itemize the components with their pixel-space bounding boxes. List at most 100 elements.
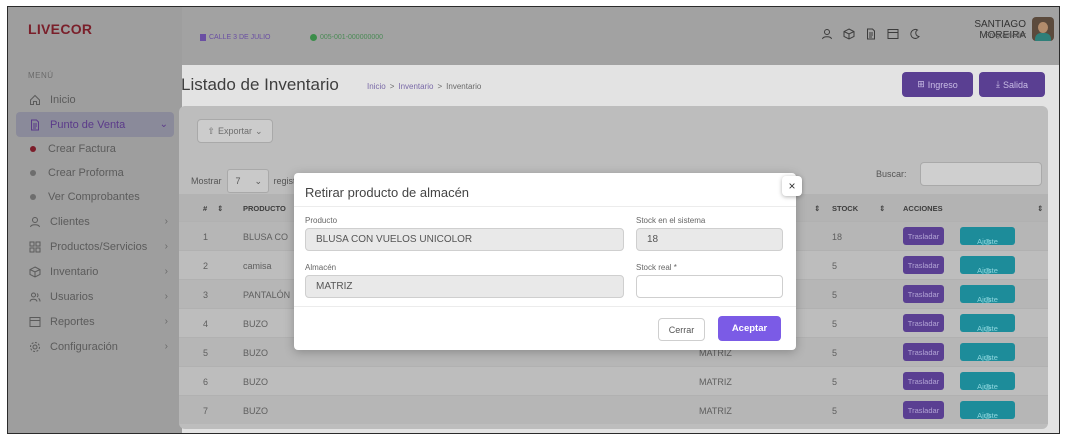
salida-button[interactable]: ⤓ Salida [979, 72, 1045, 97]
producto-field[interactable]: BLUSA CON VUELOS UNICOLOR [305, 228, 624, 251]
app-logo[interactable]: LIVECOR [28, 21, 92, 37]
almacen-field[interactable]: MATRIZ [305, 275, 624, 298]
users-icon [28, 290, 42, 304]
ajuste-button[interactable]: Ajuste ◷ [960, 401, 1015, 420]
sidebar-subitem-crear-factura[interactable]: Crear Factura [8, 137, 182, 161]
sidebar-item-punto-de-venta[interactable]: Punto de Venta ⌄ [16, 112, 174, 137]
cell-stock: 5 [832, 348, 838, 358]
location-badge: CALLE 3 DE JULIO [200, 34, 270, 41]
cell-producto: BUZO [243, 319, 269, 329]
ajuste-button[interactable]: Ajuste ◷ [960, 314, 1015, 333]
sort-icon[interactable]: ⇕ [879, 204, 885, 213]
search-label: Buscar: [876, 169, 907, 179]
breadcrumb-inicio[interactable]: Inicio [367, 82, 386, 91]
page-length-select[interactable]: 7 ⌄ [226, 169, 269, 193]
document-icon [28, 118, 42, 132]
clock-icon: ◷ [984, 295, 991, 304]
stock-real-input[interactable] [636, 275, 783, 298]
sidebar-item-reportes[interactable]: Reportes › [8, 309, 182, 334]
cell-stock: 5 [832, 319, 838, 329]
menu-label: MENÚ [28, 71, 54, 80]
breadcrumb-inventario[interactable]: Inventario [398, 82, 433, 91]
ajuste-button[interactable]: Ajuste ◷ [960, 227, 1015, 246]
clock-icon: ◷ [984, 266, 991, 275]
search-input[interactable] [920, 162, 1042, 186]
sidebar-item-usuarios[interactable]: Usuarios › [8, 284, 182, 309]
close-icon: × [788, 179, 796, 193]
trasladar-button[interactable]: Trasladar [903, 314, 944, 332]
box-icon[interactable] [842, 27, 856, 41]
ajuste-button[interactable]: Ajuste ◷ [960, 343, 1015, 362]
close-button[interactable]: × [782, 176, 802, 196]
sidebar-item-label: Usuarios [50, 290, 94, 303]
col-header-number[interactable]: # [203, 204, 207, 213]
sort-icon[interactable]: ⇕ [814, 204, 820, 213]
cell-stock: 5 [832, 377, 838, 387]
document-icon[interactable] [864, 27, 878, 41]
export-button[interactable]: ⇧ Exportar ⌄ [197, 119, 273, 143]
chevron-right-icon: › [164, 316, 168, 327]
sidebar-item-inicio[interactable]: Inicio [8, 87, 182, 112]
stock-sistema-field[interactable]: 18 [636, 228, 783, 251]
clock-icon: ◷ [984, 353, 991, 362]
ajuste-button[interactable]: Ajuste ◷ [960, 256, 1015, 275]
store-icon [200, 34, 206, 41]
breadcrumb-separator: > [389, 82, 395, 91]
chevron-right-icon: › [164, 216, 168, 227]
breadcrumb: Inicio > Inventario > Inventario [367, 82, 481, 91]
app-window: LIVECOR MENÚ Inicio Punto de Venta ⌄ Cre… [7, 6, 1060, 434]
location-text: CALLE 3 DE JULIO [209, 34, 271, 41]
avatar[interactable] [1032, 17, 1054, 41]
home-icon [28, 93, 42, 107]
user-icon[interactable] [820, 27, 834, 41]
trasladar-button[interactable]: Trasladar [903, 372, 944, 390]
modal-divider [294, 206, 796, 207]
cell-almacen: MATRIZ [699, 406, 732, 416]
sidebar-item-configuracion[interactable]: Configuración › [8, 334, 182, 359]
stock-real-label: Stock real * [636, 263, 677, 272]
gear-icon [28, 340, 42, 354]
cell-stock: 5 [832, 406, 838, 416]
sidebar-item-productos-servicios[interactable]: Productos/Servicios › [8, 234, 182, 259]
sort-icon[interactable]: ⇕ [217, 204, 223, 213]
ingreso-button[interactable]: ⊞ Ingreso [902, 72, 973, 97]
cell-number: 7 [203, 406, 209, 416]
cell-number: 4 [203, 319, 209, 329]
report-icon [28, 315, 42, 329]
table-row: 7 BUZO MATRIZ 5 Trasladar Ajuste ◷ [179, 395, 1048, 424]
topbar: CALLE 3 DE JULIO 005-001-000000000 SANTI… [182, 7, 1059, 65]
code-text: 005-001-000000000 [320, 34, 384, 41]
trasladar-button[interactable]: Trasladar [903, 401, 944, 419]
cerrar-button[interactable]: Cerrar [658, 318, 705, 341]
ajuste-button[interactable]: Ajuste ◷ [960, 372, 1015, 391]
ajuste-button[interactable]: Ajuste ◷ [960, 285, 1015, 304]
trasladar-button[interactable]: Trasladar [903, 343, 944, 361]
page-length-control: Mostrar 7 ⌄ registros [191, 169, 308, 193]
sidebar-subitem-crear-proforma[interactable]: Crear Proforma [8, 161, 182, 185]
aceptar-button[interactable]: Aceptar [718, 316, 781, 341]
box-icon [28, 265, 42, 279]
sidebar-item-label: Inicio [50, 93, 76, 106]
report-icon[interactable] [886, 27, 900, 41]
sort-icon[interactable]: ⇕ [1037, 204, 1043, 213]
sidebar-subitem-ver-comprobantes[interactable]: Ver Comprobantes [8, 185, 182, 209]
cell-producto: BUZO [243, 377, 269, 387]
col-header-acciones: ACCIONES [903, 204, 943, 213]
breadcrumb-current: Inventario [446, 82, 482, 91]
cell-number: 5 [203, 348, 209, 358]
status-dot-icon [310, 34, 317, 41]
topbar-icons [820, 27, 922, 41]
almacen-label: Almacén [305, 263, 337, 272]
sidebar: LIVECOR MENÚ Inicio Punto de Venta ⌄ Cre… [8, 7, 182, 433]
trasladar-button[interactable]: Trasladar [903, 285, 944, 303]
col-header-stock[interactable]: STOCK [832, 204, 858, 213]
moon-icon[interactable] [908, 27, 922, 41]
sidebar-item-inventario[interactable]: Inventario › [8, 259, 182, 284]
chevron-down-icon: ⌄ [255, 125, 263, 136]
sidebar-item-label: Productos/Servicios [50, 240, 148, 253]
trasladar-button[interactable]: Trasladar [903, 227, 944, 245]
col-header-producto[interactable]: PRODUCTO [243, 204, 286, 213]
dot-icon [30, 146, 36, 152]
sidebar-item-clientes[interactable]: Clientes › [8, 209, 182, 234]
trasladar-button[interactable]: Trasladar [903, 256, 944, 274]
